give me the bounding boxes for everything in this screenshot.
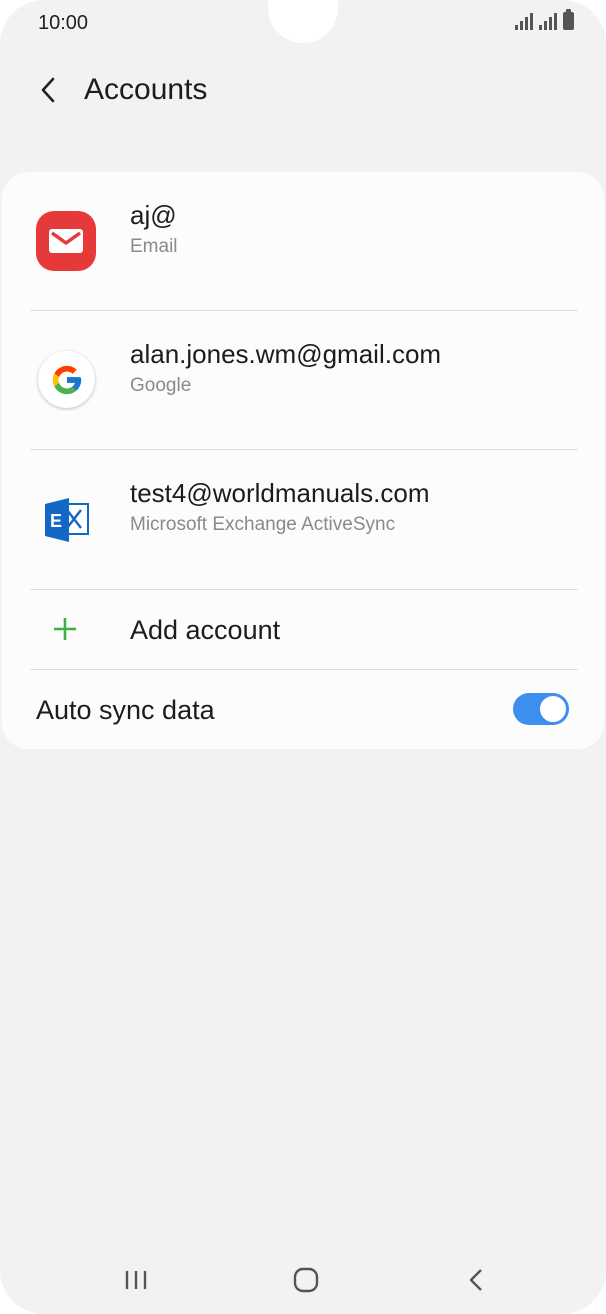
back-button[interactable] xyxy=(28,70,68,110)
plus-icon xyxy=(54,618,76,640)
exchange-icon: E xyxy=(36,490,96,550)
toggle-knob xyxy=(538,694,568,724)
account-name: alan.jones.wm@gmail.com xyxy=(130,339,442,369)
chevron-left-icon xyxy=(41,77,55,103)
account-type: Google xyxy=(130,375,192,396)
accounts-card: aj@ Email alan.jones.wm@gmail.com Google xyxy=(2,172,604,749)
back-icon xyxy=(469,1269,482,1291)
home-button[interactable] xyxy=(286,1265,326,1295)
navigation-bar xyxy=(0,1250,606,1310)
google-icon xyxy=(38,351,95,408)
app-bar: Accounts xyxy=(0,60,606,120)
auto-sync-label: Auto sync data xyxy=(36,695,215,725)
svg-text:E: E xyxy=(50,511,62,531)
auto-sync-toggle[interactable] xyxy=(513,693,569,725)
status-icons xyxy=(515,9,574,30)
email-icon xyxy=(36,211,96,271)
add-account-button[interactable]: Add account xyxy=(2,590,604,670)
status-time: 10:00 xyxy=(38,12,89,34)
account-type: Email xyxy=(130,236,178,257)
battery-icon xyxy=(563,9,574,30)
page-title: Accounts xyxy=(84,73,208,106)
account-row-email[interactable]: aj@ Email xyxy=(2,172,604,311)
auto-sync-row: Auto sync data xyxy=(2,670,604,750)
phone-screen: 10:00 Accounts aj@ Email alan.jones.wm@g… xyxy=(0,0,606,1314)
recents-icon xyxy=(125,1271,147,1289)
home-icon xyxy=(293,1267,319,1293)
account-name: test4@worldmanuals.com xyxy=(130,478,430,508)
account-type: Microsoft Exchange ActiveSync xyxy=(130,514,396,535)
account-name: aj@ xyxy=(130,200,177,230)
signal-icon xyxy=(515,12,533,30)
account-row-google[interactable]: alan.jones.wm@gmail.com Google xyxy=(2,311,604,450)
nav-back-button[interactable] xyxy=(456,1265,496,1295)
account-row-exchange[interactable]: E test4@worldmanuals.com Microsoft Excha… xyxy=(2,450,604,589)
status-bar: 10:00 xyxy=(0,0,606,46)
signal-icon xyxy=(539,12,557,30)
recents-button[interactable] xyxy=(116,1265,156,1295)
add-account-label: Add account xyxy=(130,615,281,645)
